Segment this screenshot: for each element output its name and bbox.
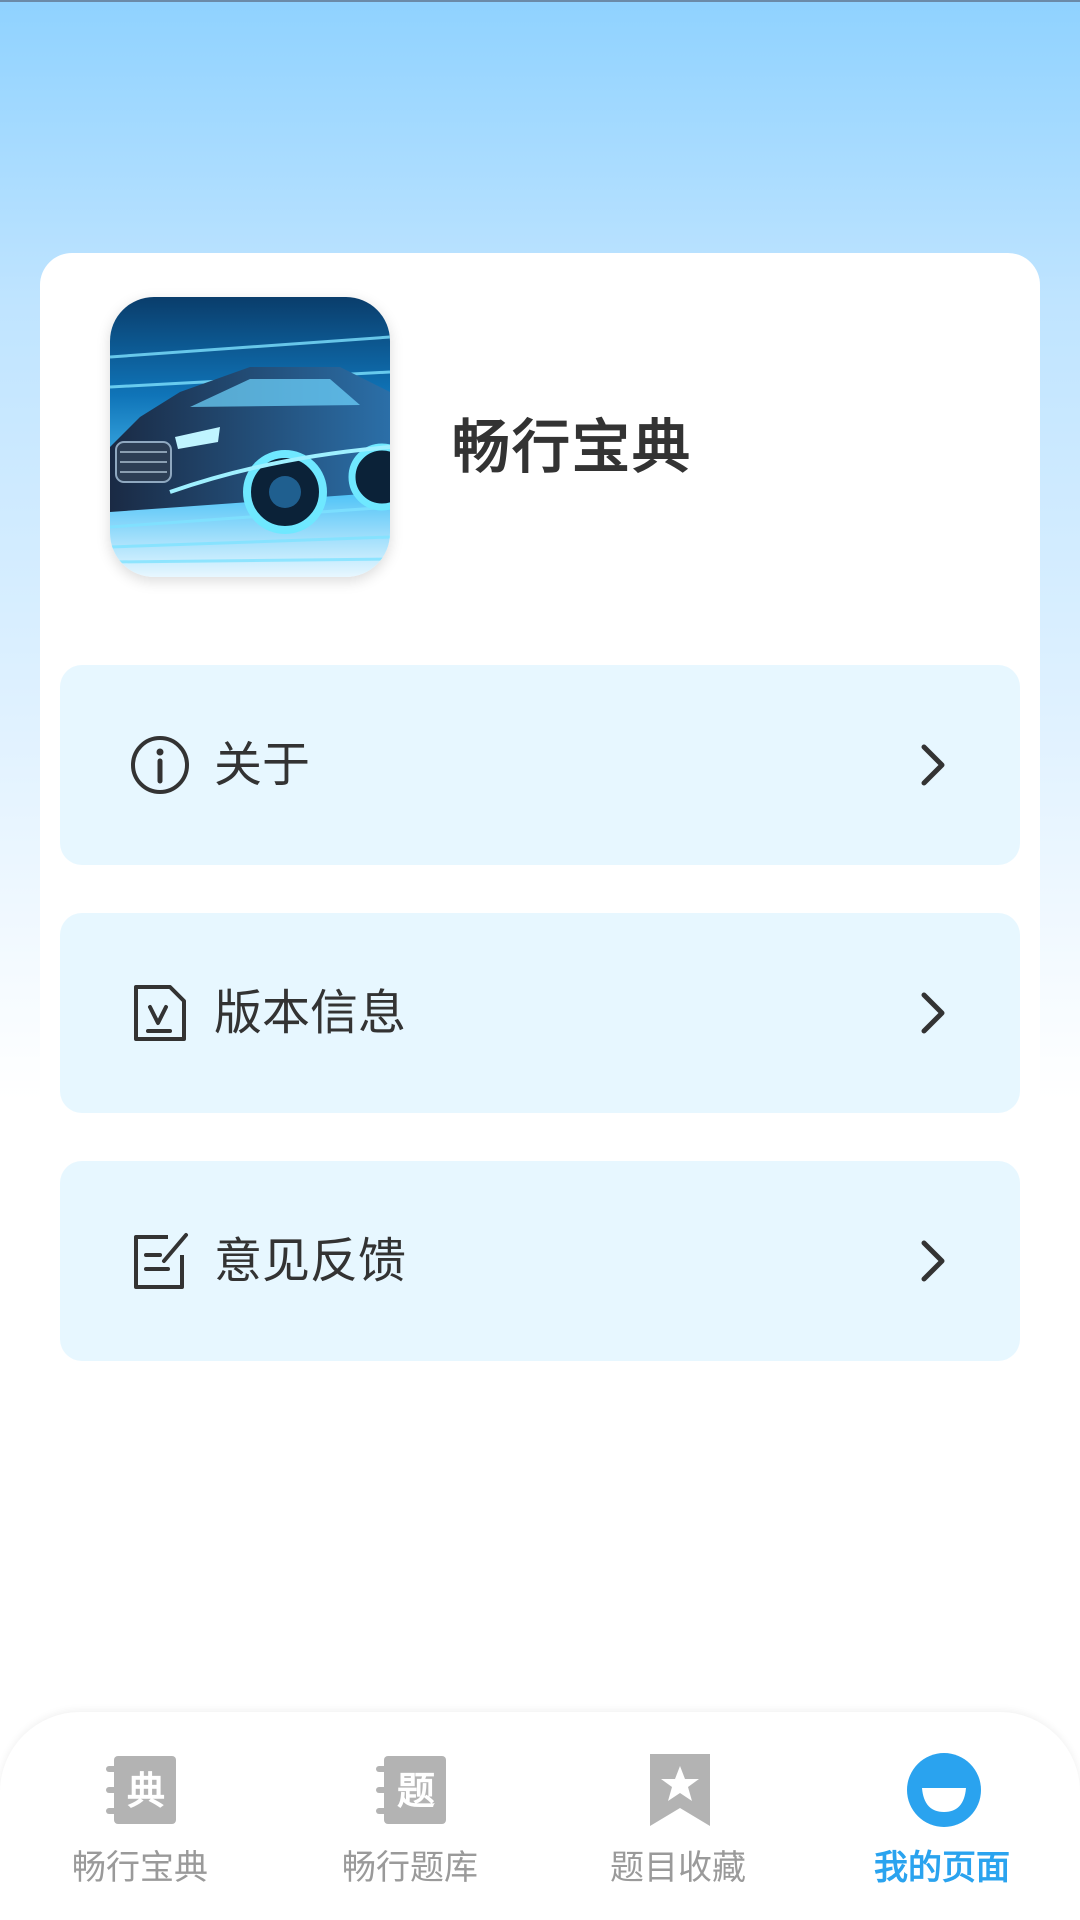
app-logo xyxy=(110,297,390,577)
bookmark-star-icon xyxy=(650,1754,710,1826)
tab-question-bank[interactable]: 题 畅行题库 xyxy=(275,1712,545,1920)
chevron-right-icon xyxy=(921,1240,945,1282)
tab-label-my-page: 我的页面 xyxy=(874,1848,1010,1888)
tab-favorites[interactable]: 题目收藏 xyxy=(543,1712,813,1920)
tab-handbook[interactable]: 典 畅行宝典 xyxy=(5,1712,275,1920)
handbook-icon: 典 xyxy=(106,1756,176,1824)
tab-label-handbook: 畅行宝典 xyxy=(72,1848,208,1888)
bottom-tab-bar: 典 畅行宝典 题 畅行题库 题目收藏 我的页面 xyxy=(0,1712,1080,1920)
menu-item-about[interactable]: 关于 xyxy=(60,665,1020,865)
svg-text:典: 典 xyxy=(127,1769,165,1813)
tab-label-favorites: 题目收藏 xyxy=(610,1848,746,1888)
app-name: 畅行宝典 xyxy=(452,413,693,481)
smile-profile-icon xyxy=(907,1753,981,1827)
status-divider xyxy=(0,0,1080,2)
menu-item-version[interactable]: 版本信息 xyxy=(60,913,1020,1113)
menu-label-about: 关于 xyxy=(214,737,311,793)
chevron-right-icon xyxy=(921,992,945,1034)
info-circle-icon xyxy=(131,736,189,794)
question-bank-icon: 题 xyxy=(376,1756,446,1824)
tab-label-question-bank: 畅行题库 xyxy=(342,1848,478,1888)
svg-text:题: 题 xyxy=(397,1769,435,1813)
menu-label-version: 版本信息 xyxy=(214,985,407,1041)
version-document-icon xyxy=(134,985,186,1041)
menu-label-feedback: 意见反馈 xyxy=(214,1233,407,1289)
tab-my-page[interactable]: 我的页面 xyxy=(807,1712,1077,1920)
menu-item-feedback[interactable]: 意见反馈 xyxy=(60,1161,1020,1361)
chevron-right-icon xyxy=(921,744,945,786)
feedback-edit-icon xyxy=(134,1233,188,1289)
